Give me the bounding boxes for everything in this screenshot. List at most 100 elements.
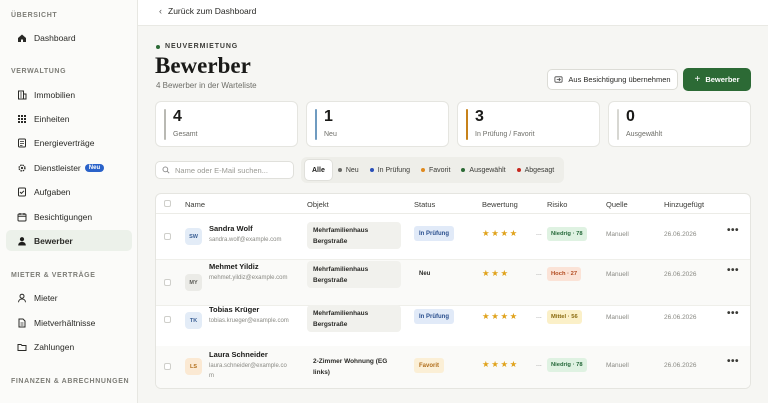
building-icon bbox=[18, 90, 27, 99]
column-header-bewertung[interactable]: Bewertung bbox=[482, 200, 518, 209]
search-input[interactable] bbox=[175, 165, 285, 175]
sidebar-item-mieter[interactable]: Mieter bbox=[6, 287, 132, 308]
page-subtitle: 4 Bewerber in der Warteliste bbox=[156, 81, 257, 90]
user-icon bbox=[18, 236, 26, 245]
filter-new[interactable]: Neu bbox=[333, 160, 364, 180]
risk-badge: Mittel · 56 bbox=[547, 310, 582, 324]
home-icon bbox=[18, 34, 26, 42]
row-checkbox[interactable] bbox=[164, 316, 171, 323]
eyebrow-dot-icon bbox=[156, 44, 160, 49]
added-date: 26.06.2026 bbox=[664, 231, 697, 238]
sidebar-item-label: Aufgaben bbox=[34, 186, 71, 197]
row-actions-icon[interactable]: ••• bbox=[727, 308, 739, 319]
sidebar-item-aufgaben[interactable]: Aufgaben bbox=[6, 181, 132, 202]
column-header-quelle[interactable]: Quelle bbox=[606, 200, 628, 209]
person-icon bbox=[18, 293, 26, 302]
select-all-checkbox[interactable] bbox=[164, 200, 171, 207]
applicant-email: tobias.krueger@example.com bbox=[209, 318, 289, 324]
source-label: Manuell bbox=[606, 314, 629, 321]
sidebar-item-label: Immobilien bbox=[34, 89, 76, 100]
back-to-dashboard-link[interactable]: ‹ Zurück zum Dashboard bbox=[159, 6, 256, 16]
rating-overflow: ... bbox=[536, 230, 542, 237]
row-actions-icon[interactable]: ••• bbox=[727, 225, 739, 236]
sidebar-section-management: VERWALTUNG bbox=[11, 68, 67, 75]
applicant-email: sandra.wolf@example.com bbox=[209, 237, 282, 243]
filter-label: Ausgewählt bbox=[469, 166, 506, 174]
applicants-table: Name Objekt Status Bewertung Risiko Quel… bbox=[155, 193, 751, 389]
sidebar-item-dienstleister[interactable]: Dienstleister Neu bbox=[6, 157, 132, 178]
import-icon bbox=[554, 76, 563, 83]
rating-overflow: ... bbox=[536, 313, 542, 320]
sidebar-item-label: Mieter bbox=[34, 292, 58, 303]
column-header-status[interactable]: Status bbox=[414, 200, 435, 209]
stat-accent-bar bbox=[617, 109, 619, 140]
topbar: ‹ Zurück zum Dashboard bbox=[138, 0, 768, 26]
rating-overflow: ... bbox=[536, 270, 542, 277]
import-button-label: Aus Besichtigung übernehmen bbox=[568, 75, 671, 84]
sidebar: ÜBERSICHT Dashboard VERWALTUNG Immobilie… bbox=[0, 0, 138, 403]
status-dot-icon bbox=[516, 168, 521, 172]
row-checkbox[interactable] bbox=[164, 363, 171, 370]
property-name: Mehrfamilienhaus Bergstraße bbox=[307, 305, 401, 332]
column-header-name[interactable]: Name bbox=[185, 200, 205, 209]
applicant-name: Tobias Krüger bbox=[209, 305, 260, 314]
filter-favorite[interactable]: Favorit bbox=[416, 160, 455, 180]
status-filter-tabs: Alle Neu In Prüfung Favorit Ausgewählt A… bbox=[301, 157, 565, 183]
table-row[interactable]: LS Laura Schneider laura.schneider@examp… bbox=[156, 346, 750, 388]
sidebar-item-label: Dashboard bbox=[34, 32, 76, 43]
sidebar-item-mietverhaeltnisse[interactable]: Mietverhältnisse bbox=[6, 312, 132, 333]
filter-all[interactable]: Alle bbox=[305, 160, 332, 180]
contract-icon bbox=[18, 138, 26, 147]
column-header-objekt[interactable]: Objekt bbox=[307, 200, 329, 209]
filter-label: Abgesagt bbox=[524, 166, 555, 174]
sidebar-item-zahlungen[interactable]: Zahlungen bbox=[6, 336, 132, 357]
row-checkbox[interactable] bbox=[164, 279, 171, 286]
applicant-name: Mehmet Yildiz bbox=[209, 262, 259, 271]
stat-label: In Prüfung / Favorit bbox=[475, 131, 535, 138]
chevron-left-icon: ‹ bbox=[159, 6, 162, 16]
search-box bbox=[155, 161, 294, 179]
row-actions-icon[interactable]: ••• bbox=[727, 265, 739, 276]
filter-in-review[interactable]: In Prüfung bbox=[365, 160, 415, 180]
column-header-hinzugefuegt[interactable]: Hinzugefügt bbox=[664, 200, 704, 209]
sidebar-item-bewerber[interactable]: Bewerber bbox=[6, 230, 132, 251]
status-dot-icon bbox=[369, 168, 374, 172]
table-row[interactable]: SW Sandra Wolf sandra.wolf@example.com M… bbox=[156, 214, 750, 260]
status-badge: Neu bbox=[419, 270, 431, 277]
status-badge: In Prüfung bbox=[414, 309, 454, 324]
applicant-email: mehmet.yildiz@example.com bbox=[209, 275, 288, 281]
sidebar-item-energievertraege[interactable]: Energieverträge bbox=[6, 132, 132, 153]
property-name: 2-Zimmer Wohnung (EG links) bbox=[313, 358, 388, 376]
sidebar-item-immobilien[interactable]: Immobilien bbox=[6, 84, 132, 105]
folder-icon bbox=[17, 343, 27, 351]
add-button-label: Bewerber bbox=[705, 75, 740, 84]
sidebar-item-einheiten[interactable]: Einheiten bbox=[6, 108, 132, 129]
import-from-viewing-button[interactable]: Aus Besichtigung übernehmen bbox=[547, 69, 678, 90]
tasks-icon bbox=[18, 187, 26, 196]
table-header: Name Objekt Status Bewertung Risiko Quel… bbox=[156, 194, 750, 214]
status-dot-icon bbox=[421, 168, 425, 172]
sidebar-item-besichtigungen[interactable]: Besichtigungen bbox=[6, 206, 132, 227]
avatar: SW bbox=[185, 228, 202, 245]
filter-label: In Prüfung bbox=[377, 166, 410, 174]
table-row[interactable]: MY Mehmet Yildiz mehmet.yildiz@example.c… bbox=[156, 260, 750, 306]
add-applicant-button[interactable]: + Bewerber bbox=[683, 68, 751, 91]
sidebar-item-dashboard[interactable]: Dashboard bbox=[6, 27, 132, 48]
sidebar-item-label: Dienstleister bbox=[34, 162, 81, 173]
source-label: Manuell bbox=[606, 231, 629, 238]
stat-value: 0 bbox=[626, 108, 635, 125]
sidebar-item-label: Zahlungen bbox=[34, 341, 75, 352]
sidebar-item-label: Mietverhältnisse bbox=[34, 317, 96, 328]
avatar: MY bbox=[185, 274, 202, 291]
filter-selected[interactable]: Ausgewählt bbox=[456, 160, 510, 180]
column-header-risiko[interactable]: Risiko bbox=[547, 200, 567, 209]
property-name: Mehrfamilienhaus Bergstraße bbox=[307, 222, 401, 249]
sidebar-item-label: Energieverträge bbox=[34, 137, 95, 148]
row-actions-icon[interactable]: ••• bbox=[727, 356, 739, 367]
sidebar-item-label: Besichtigungen bbox=[34, 211, 93, 222]
rating-overflow: ... bbox=[536, 361, 542, 368]
filter-declined[interactable]: Abgesagt bbox=[512, 160, 560, 180]
page-eyebrow: NEUVERMIETUNG bbox=[156, 43, 238, 50]
risk-badge: Hoch · 27 bbox=[547, 267, 582, 281]
row-checkbox[interactable] bbox=[164, 233, 171, 240]
